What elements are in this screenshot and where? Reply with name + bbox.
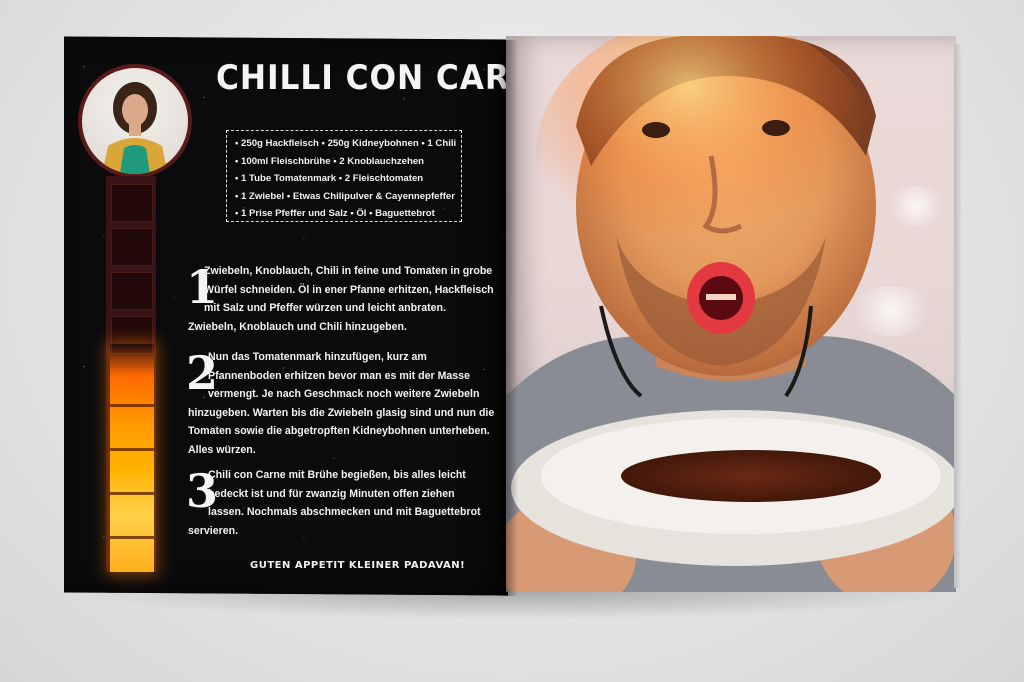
cloud	[846, 286, 936, 336]
step-line: Chili con Carne mit Brühe begießen, bis …	[208, 469, 466, 481]
step-line: servieren.	[188, 524, 239, 537]
step-line: Tomaten sowie die abgetropften Kidneyboh…	[188, 425, 490, 438]
ingredient-line: • 1 Zwiebel • Etwas Chilipulver & Cayenn…	[235, 190, 455, 202]
step-line: bedeckt ist und für zwanzig Minuten offe…	[208, 487, 455, 500]
ingredient-line: • 250g Hackfleisch • 250g Kidneybohnen •…	[235, 138, 457, 149]
flame-graphic	[110, 344, 154, 572]
film-divider	[110, 448, 154, 451]
film-divider	[110, 492, 154, 495]
author-portrait	[78, 64, 192, 178]
closing-line: GUTEN APPETIT KLEINER PADAVAN!	[250, 560, 466, 571]
step-line: Zwiebeln, Knoblauch und Chili hinzugeben…	[188, 320, 407, 333]
step-line: Würfel schneiden. Öl in ener Pfanne erhi…	[204, 283, 494, 296]
step-line: Nun das Tomatenmark hinzufügen, kurz am	[208, 351, 427, 363]
ingredients-box: • 250g Hackfleisch • 250g Kidneybohnen •…	[226, 130, 462, 222]
ingredient-line: • 100ml Fleischbrühe • 2 Knoblauchzehen	[235, 155, 425, 167]
step-3: Chili con Carne mit Brühe begießen, bis …	[188, 466, 481, 540]
step-line: mit Salz und Pfeffer würzen und leicht a…	[204, 302, 446, 315]
spine-gutter	[496, 40, 518, 596]
cloud	[886, 186, 946, 226]
right-page-photo	[506, 36, 956, 592]
step-line: Pfannenboden erhitzen bevor man es mit d…	[208, 369, 470, 382]
film-cell	[111, 228, 153, 266]
ingredient-line: • 1 Prise Pfeffer und Salz • Öl • Baguet…	[235, 208, 435, 219]
film-cell	[111, 272, 153, 310]
person-photo	[102, 82, 168, 174]
film-cell	[111, 184, 153, 222]
page-edge	[954, 44, 962, 588]
film-divider	[110, 404, 154, 407]
step-2: Nun das Tomatenmark hinzufügen, kurz am …	[188, 348, 494, 460]
step-line: lassen. Nochmals abschmecken und mit Bag…	[208, 506, 481, 519]
step-1: Zwiebeln, Knoblauch, Chili in feine und …	[188, 262, 494, 336]
step-line: vermengt. Je nach Geschmack noch weitere…	[208, 388, 480, 401]
film-divider	[110, 536, 154, 539]
step-line: Alles würzen.	[188, 443, 256, 456]
step-line: Zwiebeln, Knoblauch, Chili in feine und …	[204, 265, 493, 277]
ingredient-line: • 1 Tube Tomatenmark • 2 Fleischtomaten	[235, 173, 424, 184]
step-line: hinzugeben. Warten bis die Zwiebeln glas…	[188, 406, 495, 419]
